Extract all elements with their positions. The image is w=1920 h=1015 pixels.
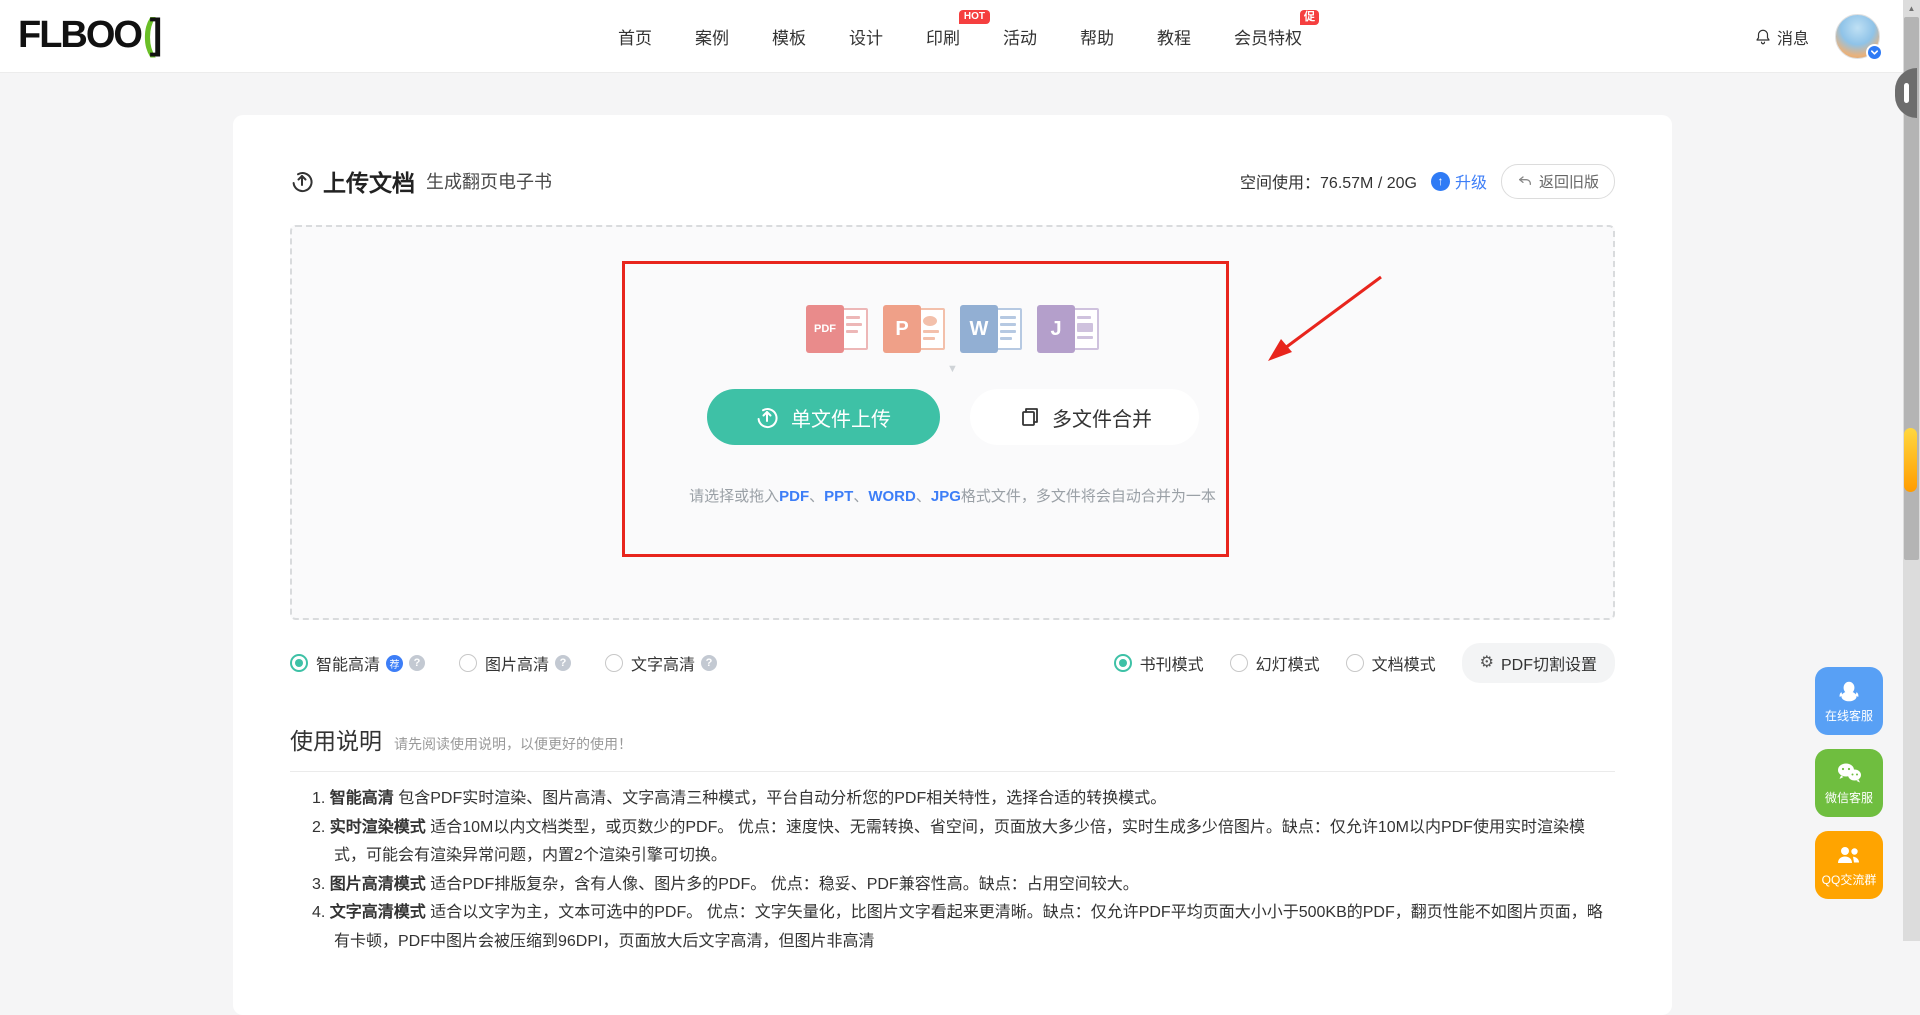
top-navbar: FLBOO(] 首页 案例 模板 设计 印刷HOT 活动 帮助 教程 会员特权促… bbox=[0, 0, 1920, 73]
radio-circle[interactable] bbox=[605, 654, 623, 672]
nav-item-print[interactable]: 印刷HOT bbox=[926, 24, 960, 49]
page-title: 上传文档 bbox=[323, 164, 415, 198]
radio-circle[interactable] bbox=[290, 654, 308, 672]
radio-smart-hd[interactable]: 智能高清 荐 ? bbox=[290, 651, 425, 675]
radio-circle[interactable] bbox=[459, 654, 477, 672]
upload-dropzone[interactable]: PDF P W J ▼ bbox=[290, 225, 1615, 620]
caret-down-icon: ▼ bbox=[947, 363, 958, 375]
nav-item-membership[interactable]: 会员特权促 bbox=[1234, 24, 1302, 49]
nav-item-help[interactable]: 帮助 bbox=[1080, 24, 1114, 49]
user-avatar[interactable] bbox=[1835, 14, 1880, 59]
page-subtitle: 生成翻页电子书 bbox=[426, 168, 552, 194]
logo-text: FLBOO bbox=[18, 14, 141, 57]
bell-icon bbox=[1754, 28, 1772, 46]
file-type-icons: PDF P W J bbox=[806, 305, 1099, 353]
upload-hint: 请选择或拖入PDF、PPT、WORD、JPG格式文件，多文件将会自动合并为一本 bbox=[689, 485, 1216, 506]
radio-circle[interactable] bbox=[1114, 654, 1132, 672]
member-check-badge bbox=[1866, 44, 1883, 61]
upload-panel: 上传文档 生成翻页电子书 空间使用：76.57M / 20G ↑ 升级 返回旧版 bbox=[233, 115, 1672, 1015]
copy-documents-icon bbox=[1016, 405, 1040, 429]
nav-item-home[interactable]: 首页 bbox=[618, 24, 652, 49]
rocket-icon: ↑ bbox=[1431, 172, 1450, 191]
upgrade-link[interactable]: ↑ 升级 bbox=[1431, 169, 1487, 193]
instructions-title: 使用说明 bbox=[290, 722, 382, 756]
nav-item-design[interactable]: 设计 bbox=[849, 24, 883, 49]
instruction-item: 1. 智能高清 包含PDF实时渲染、图片高清、文字高清三种模式，平台自动分析您的… bbox=[312, 785, 1615, 814]
side-panel-handle[interactable] bbox=[1895, 68, 1917, 118]
gear-icon: ⚙ bbox=[1480, 655, 1494, 671]
word-file-icon: W bbox=[960, 305, 1022, 353]
hot-badge: HOT bbox=[959, 10, 990, 24]
qq-penguin-icon bbox=[1836, 678, 1862, 704]
upload-icon bbox=[755, 405, 779, 429]
main-nav: 首页 案例 模板 设计 印刷HOT 活动 帮助 教程 会员特权促 bbox=[618, 0, 1302, 73]
space-usage: 空间使用：76.57M / 20G bbox=[1240, 169, 1417, 193]
radio-text-hd[interactable]: 文字高清 ? bbox=[605, 651, 717, 675]
qq-group-button[interactable]: QQ交流群 bbox=[1815, 831, 1883, 899]
radio-slide-mode[interactable]: 幻灯模式 bbox=[1230, 651, 1320, 675]
wechat-support-button[interactable]: 微信客服 bbox=[1815, 749, 1883, 817]
bookmark-edge-handle[interactable] bbox=[1904, 428, 1917, 492]
instructions-list: 1. 智能高清 包含PDF实时渲染、图片高清、文字高清三种模式，平台自动分析您的… bbox=[312, 785, 1615, 956]
scroll-up-arrow[interactable]: ▲ bbox=[1903, 0, 1920, 17]
instruction-item: 3. 图片高清模式 适合PDF排版复杂，含有人像、图片多的PDF。 优点：稳妥、… bbox=[312, 871, 1615, 900]
radio-document-mode[interactable]: 文档模式 bbox=[1346, 651, 1436, 675]
back-to-old-button[interactable]: 返回旧版 bbox=[1501, 164, 1615, 199]
ppt-file-icon: P bbox=[883, 305, 945, 353]
radio-image-hd[interactable]: 图片高清 ? bbox=[459, 651, 571, 675]
help-icon[interactable]: ? bbox=[555, 655, 571, 671]
nav-item-activity[interactable]: 活动 bbox=[1003, 24, 1037, 49]
instructions-subtitle: 请先阅读使用说明，以便更好的使用！ bbox=[394, 734, 632, 754]
divider bbox=[290, 771, 1615, 772]
nav-item-templates[interactable]: 模板 bbox=[772, 24, 806, 49]
radio-circle[interactable] bbox=[1230, 654, 1248, 672]
instruction-item: 4. 文字高清模式 适合以文字为主，文本可选中的PDF。 优点：文字矢量化，比图… bbox=[312, 899, 1615, 956]
messages-label: 消息 bbox=[1777, 25, 1809, 49]
people-group-icon bbox=[1835, 842, 1863, 868]
single-upload-button[interactable]: 单文件上传 bbox=[707, 389, 940, 445]
messages-button[interactable]: 消息 bbox=[1754, 25, 1809, 49]
return-arrow-icon bbox=[1517, 173, 1533, 189]
merge-files-button[interactable]: 多文件合并 bbox=[970, 389, 1199, 445]
radio-circle[interactable] bbox=[1346, 654, 1364, 672]
help-icon[interactable]: ? bbox=[409, 655, 425, 671]
instruction-item: 2. 实时渲染模式 适合10M以内文档类型，或页数少的PDF。 优点：速度快、无… bbox=[312, 814, 1615, 871]
radio-book-mode[interactable]: 书刊模式 bbox=[1114, 651, 1204, 675]
brand-logo[interactable]: FLBOO(] bbox=[18, 14, 160, 57]
instructions-section: 使用说明 请先阅读使用说明，以便更好的使用！ 1. 智能高清 包含PDF实时渲染… bbox=[290, 722, 1615, 956]
online-support-button[interactable]: 在线客服 bbox=[1815, 667, 1883, 735]
mode-options: 书刊模式 幻灯模式 文档模式 ⚙ PDF切割设置 bbox=[1114, 643, 1615, 683]
pdf-split-settings-button[interactable]: ⚙ PDF切割设置 bbox=[1462, 643, 1615, 683]
wechat-icon bbox=[1835, 760, 1863, 786]
nav-item-tutorial[interactable]: 教程 bbox=[1157, 24, 1191, 49]
pdf-file-icon: PDF bbox=[806, 305, 868, 353]
nav-item-cases[interactable]: 案例 bbox=[695, 24, 729, 49]
recommended-badge: 荐 bbox=[386, 655, 403, 672]
promo-badge: 促 bbox=[1300, 10, 1319, 25]
upload-cloud-icon bbox=[290, 169, 314, 193]
jpg-file-icon: J bbox=[1037, 305, 1099, 353]
support-float-stack: 在线客服 微信客服 QQ交流群 bbox=[1815, 667, 1883, 899]
help-icon[interactable]: ? bbox=[701, 655, 717, 671]
quality-options: 智能高清 荐 ? 图片高清 ? 文字高清 ? bbox=[290, 651, 717, 675]
